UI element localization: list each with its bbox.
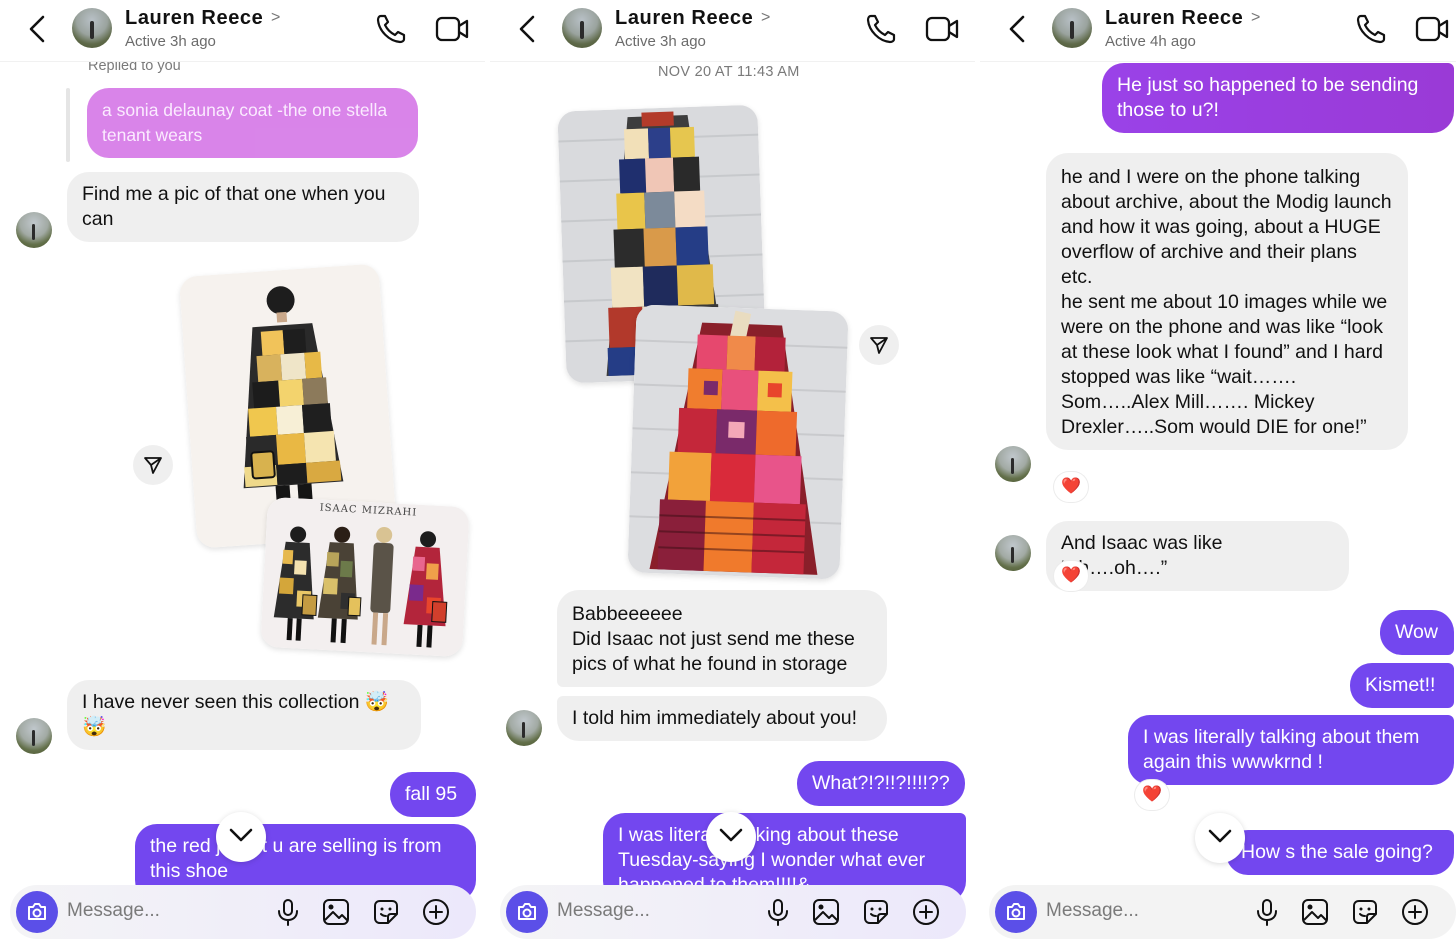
sticker-icon[interactable]: [1351, 898, 1379, 926]
video-camera-icon[interactable]: [1414, 12, 1450, 46]
share-button[interactable]: [859, 325, 899, 365]
microphone-icon[interactable]: [764, 898, 792, 926]
message-incoming[interactable]: I told him immediately about you!: [557, 696, 887, 741]
chevron-right-icon[interactable]: >: [1251, 9, 1260, 27]
message-input[interactable]: Message...: [1046, 900, 1139, 922]
sticker-icon[interactable]: [862, 898, 890, 926]
image-icon[interactable]: [1301, 898, 1329, 926]
phone-icon[interactable]: [1354, 12, 1388, 46]
message-composer: Message...: [10, 885, 476, 939]
message-outgoing[interactable]: Kismet!!: [1350, 663, 1454, 708]
chat-panel-3: Lauren Reece > Active 4h ago He just so …: [980, 0, 1456, 952]
scroll-down-button[interactable]: [216, 812, 266, 862]
chat-header: Lauren Reece > Active 4h ago: [980, 0, 1456, 62]
message-outgoing[interactable]: I was literally talking about them again…: [1128, 715, 1454, 785]
scroll-down-button[interactable]: [706, 812, 756, 862]
camera-button[interactable]: [506, 891, 548, 933]
message-incoming[interactable]: And Isaac was like “oh….oh….”: [1046, 521, 1349, 591]
avatar[interactable]: [16, 212, 52, 248]
timestamp: NOV 20 AT 11:43 AM: [658, 64, 800, 80]
photo-image: ISAAC MIZRAHI: [260, 496, 470, 658]
plus-circle-icon[interactable]: [912, 898, 940, 926]
heart-reaction[interactable]: ❤️: [1054, 561, 1088, 591]
quoted-message[interactable]: a sonia delaunay coat -the one stella te…: [87, 88, 418, 158]
avatar[interactable]: [562, 8, 602, 48]
microphone-icon[interactable]: [1253, 898, 1281, 926]
microphone-icon[interactable]: [274, 898, 302, 926]
sticker-icon[interactable]: [372, 898, 400, 926]
camera-button[interactable]: [995, 891, 1037, 933]
message-composer: Message...: [500, 885, 966, 939]
avatar[interactable]: [506, 710, 542, 746]
reply-bar: [66, 88, 70, 162]
photo-image: [627, 304, 849, 580]
image-icon[interactable]: [812, 898, 840, 926]
shared-photo[interactable]: [627, 304, 849, 580]
send-icon: [144, 457, 162, 474]
plus-circle-icon[interactable]: [1401, 898, 1429, 926]
chat-panel-2: Lauren Reece > Active 3h ago NOV 20 AT 1…: [490, 0, 975, 952]
heart-reaction[interactable]: ❤️: [1135, 780, 1169, 810]
message-input[interactable]: Message...: [67, 900, 160, 922]
chevron-right-icon[interactable]: >: [761, 9, 770, 27]
chevron-down-icon: [229, 828, 253, 842]
camera-icon: [1007, 903, 1025, 920]
share-button[interactable]: [133, 445, 173, 485]
active-status: Active 3h ago: [615, 33, 706, 50]
message-outgoing[interactable]: fall 95: [390, 772, 476, 817]
chat-panel-1: Lauren Reece > Active 3h ago Replied to …: [0, 0, 485, 952]
video-camera-icon[interactable]: [924, 12, 960, 46]
message-incoming[interactable]: I have never seen this collection 🤯 🤯: [67, 680, 421, 750]
chevron-left-icon[interactable]: [1006, 14, 1028, 44]
contact-name[interactable]: Lauren Reece: [125, 7, 263, 30]
message-outgoing[interactable]: How s the sale going?: [1226, 830, 1454, 875]
chat-header: Lauren Reece > Active 3h ago: [490, 0, 975, 62]
chevron-left-icon[interactable]: [26, 14, 48, 44]
avatar[interactable]: [1052, 8, 1092, 48]
avatar[interactable]: [72, 8, 112, 48]
message-incoming[interactable]: Find me a pic of that one when you can: [67, 172, 419, 242]
shared-photo[interactable]: ISAAC MIZRAHI: [260, 496, 470, 658]
avatar[interactable]: [995, 446, 1031, 482]
heart-reaction[interactable]: ❤️: [1054, 472, 1088, 502]
avatar[interactable]: [16, 718, 52, 754]
chat-header: Lauren Reece > Active 3h ago: [0, 0, 485, 62]
camera-button[interactable]: [16, 891, 58, 933]
send-icon: [870, 337, 888, 354]
contact-name[interactable]: Lauren Reece: [615, 7, 753, 30]
message-outgoing[interactable]: Wow: [1380, 610, 1454, 655]
phone-icon[interactable]: [374, 12, 408, 46]
message-incoming[interactable]: Babbeeeeee Did Isaac not just send me th…: [557, 590, 887, 687]
video-camera-icon[interactable]: [434, 12, 470, 46]
image-icon[interactable]: [322, 898, 350, 926]
contact-name[interactable]: Lauren Reece: [1105, 7, 1243, 30]
chevron-down-icon: [719, 828, 743, 842]
message-outgoing[interactable]: What?!?!!?!!!!??: [797, 761, 965, 806]
plus-circle-icon[interactable]: [422, 898, 450, 926]
message-outgoing[interactable]: He just so happened to be sending those …: [1102, 63, 1454, 133]
chevron-right-icon[interactable]: >: [271, 9, 280, 27]
avatar[interactable]: [995, 535, 1031, 571]
camera-icon: [28, 903, 46, 920]
chevron-left-icon[interactable]: [516, 14, 538, 44]
camera-icon: [518, 903, 536, 920]
chevron-down-icon: [1208, 829, 1232, 843]
message-incoming[interactable]: he and I were on the phone talking about…: [1046, 153, 1408, 450]
active-status: Active 4h ago: [1105, 33, 1196, 50]
message-composer: Message...: [989, 885, 1456, 939]
scroll-down-button[interactable]: [1195, 813, 1245, 863]
message-input[interactable]: Message...: [557, 900, 650, 922]
active-status: Active 3h ago: [125, 33, 216, 50]
phone-icon[interactable]: [864, 12, 898, 46]
